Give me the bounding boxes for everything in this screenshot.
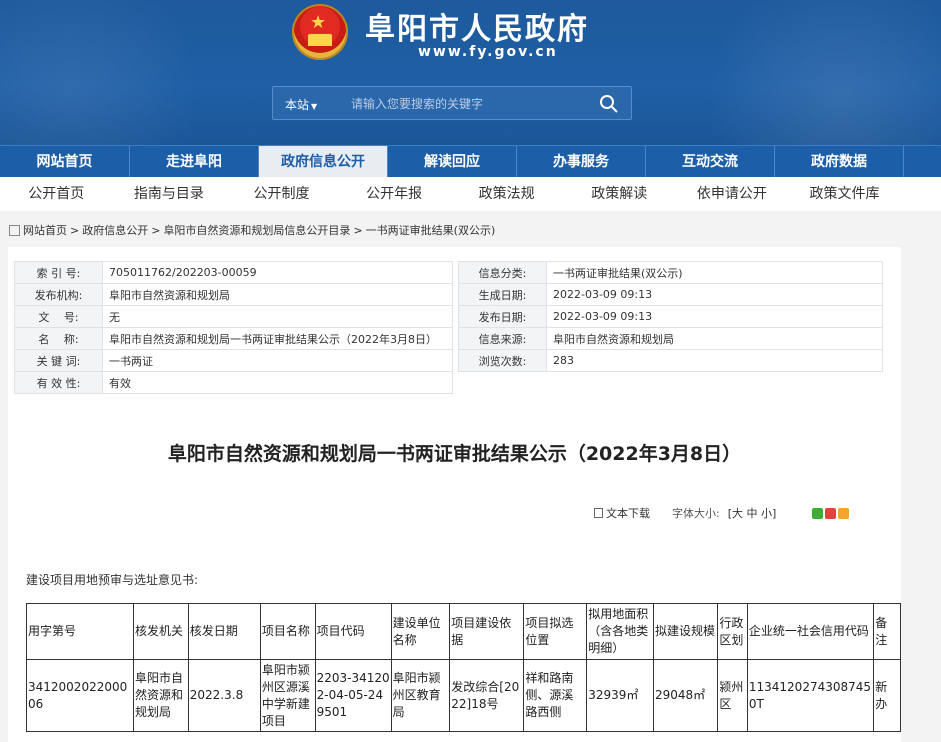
font-size-label: 字体大小: (672, 507, 720, 520)
breadcrumb-link[interactable]: 一书两证审批结果(双公示) (366, 222, 496, 238)
nav-item-data[interactable]: 政府数据 (775, 146, 904, 178)
table-cell: 新办 (873, 659, 901, 732)
table-header: 用字第号 (25, 603, 135, 660)
info-value: 2022-03-09 09:13 (546, 283, 883, 306)
table-row: 341200202200006 阜阳市自然资源和规划局 2022.3.8 阜阳市… (25, 659, 901, 732)
sub-nav: 公开首页 指南与目录 公开制度 公开年报 政策法规 政策解读 依申请公开 政策文… (0, 177, 941, 211)
info-key: 关 键 词: (14, 349, 103, 372)
table-cell: 29048㎡ (652, 659, 719, 732)
info-key: 有 效 性: (14, 371, 103, 394)
subnav-item[interactable]: 政策解读 (563, 177, 676, 211)
info-table-right: 信息分类: 一书两证审批结果(双公示) 生成日期: 2022-03-09 09:13… (458, 261, 883, 372)
table-header: 行政区划 (717, 603, 748, 660)
nav-item-home[interactable]: 网站首页 (0, 146, 130, 178)
info-value: 阜阳市自然资源和规划局一书两证审批结果公示（2022年3月8日） (102, 327, 453, 350)
table-cell: 颍州区 (717, 659, 748, 732)
table-header: 项目代码 (314, 603, 392, 660)
info-value: 有效 (102, 371, 453, 394)
table-header: 项目名称 (259, 603, 316, 660)
table-header: 拟用地面积（含各地类明细） (586, 603, 654, 660)
info-key: 发布机构: (14, 283, 103, 306)
breadcrumb-link[interactable]: 网站首页 (23, 222, 67, 238)
content-panel: 索 引 号: 705011762/202203-00059 发布机构: 阜阳市自然资… (8, 247, 901, 742)
national-emblem-icon: ★ (292, 4, 348, 60)
info-value: 一书两证 (102, 349, 453, 372)
site-url: www.fy.gov.cn (418, 44, 558, 60)
table-header: 核发机关 (133, 603, 189, 660)
breadcrumb-link[interactable]: 阜阳市自然资源和规划局信息公开目录 (163, 222, 350, 238)
download-icon (594, 508, 603, 518)
info-key: 索 引 号: (14, 261, 103, 284)
home-icon (9, 224, 20, 236)
table-header: 企业统一社会信用代码 (746, 603, 875, 660)
wechat-share-icon[interactable] (812, 507, 824, 519)
font-size-options[interactable]: [大 中 小] (728, 505, 777, 521)
nav-item-services[interactable]: 办事服务 (517, 146, 646, 178)
table-header: 拟建设规模 (652, 603, 719, 660)
doc-tools: 文本下载 字体大小: [大 中 小] (594, 505, 851, 521)
info-key: 名 称: (14, 327, 103, 350)
table-cell: 阜阳市颍州区教育局 (390, 659, 451, 732)
subnav-item[interactable]: 公开首页 (0, 177, 113, 211)
table-header: 项目拟选位置 (523, 603, 588, 660)
breadcrumb: 网站首页 > 政府信息公开 > 阜阳市自然资源和规划局信息公开目录 > 一书两证… (9, 222, 495, 238)
table-header-row: 用字第号 核发机关 核发日期 项目名称 项目代码 建设单位名称 项目建设依据 项… (25, 603, 901, 660)
subnav-item[interactable]: 政策法规 (450, 177, 563, 211)
info-table-left: 索 引 号: 705011762/202203-00059 发布机构: 阜阳市自然资… (14, 261, 453, 394)
table-cell: 341200202200006 (25, 659, 135, 732)
search-scope-select[interactable]: 本站 ▼ (285, 96, 317, 113)
table-header: 项目建设依据 (449, 603, 525, 660)
info-value: 阜阳市自然资源和规划局 (546, 327, 883, 350)
table-cell: 2022.3.8 (187, 659, 261, 732)
subnav-item[interactable]: 公开年报 (338, 177, 451, 211)
search-input[interactable] (351, 93, 581, 115)
table-cell: 发改综合[2022]18号 (449, 659, 525, 732)
info-key: 发布日期: (458, 305, 547, 328)
weibo-share-icon[interactable] (825, 507, 837, 519)
site-header: ★ 阜阳市人民政府 www.fy.gov.cn 本站 ▼ (0, 0, 941, 145)
nav-item-interaction[interactable]: 互动交流 (646, 146, 775, 178)
info-key: 文 号: (14, 305, 103, 328)
table-header: 核发日期 (187, 603, 261, 660)
table-cell: 祥和路南侧、源溪路西侧 (523, 659, 588, 732)
download-link[interactable]: 文本下载 (606, 505, 650, 521)
info-key: 信息分类: (458, 261, 547, 284)
table-header: 建设单位名称 (390, 603, 451, 660)
info-value: 283 (546, 349, 883, 372)
main-nav: 网站首页 走进阜阳 政府信息公开 解读回应 办事服务 互动交流 政府数据 (0, 145, 941, 178)
info-key: 生成日期: (458, 283, 547, 306)
info-key: 信息来源: (458, 327, 547, 350)
search-icon[interactable] (599, 94, 619, 114)
share-icons (812, 507, 851, 519)
info-value: 无 (102, 305, 453, 328)
table-cell: 阜阳市自然资源和规划局 (133, 659, 189, 732)
qzone-share-icon[interactable] (838, 507, 850, 519)
nav-item-info-disclosure[interactable]: 政府信息公开 (259, 146, 388, 178)
nav-item-interpretation[interactable]: 解读回应 (388, 146, 517, 178)
breadcrumb-link[interactable]: 政府信息公开 (82, 222, 148, 238)
document-title: 阜阳市自然资源和规划局一书两证审批结果公示（2022年3月8日） (167, 443, 742, 465)
table-cell: 2203-341202-04-05-249501 (314, 659, 392, 732)
table-cell: 11341202743087450T (746, 659, 875, 732)
info-value: 阜阳市自然资源和规划局 (102, 283, 453, 306)
info-key: 浏览次数: (458, 349, 547, 372)
table-header: 备注 (873, 603, 901, 660)
subnav-item[interactable]: 指南与目录 (113, 177, 226, 211)
info-value: 2022-03-09 09:13 (546, 305, 883, 328)
subnav-item[interactable]: 政策文件库 (788, 177, 901, 211)
search-bar: 本站 ▼ (272, 86, 632, 120)
table-cell: 阜阳市颍州区源溪中学新建项目 (259, 659, 316, 732)
site-title: 阜阳市人民政府 (365, 12, 589, 47)
info-value: 一书两证审批结果(双公示) (546, 261, 883, 284)
nav-item-about[interactable]: 走进阜阳 (130, 146, 259, 178)
info-value: 705011762/202203-00059 (102, 261, 453, 284)
subnav-item[interactable]: 公开制度 (225, 177, 338, 211)
subnav-item[interactable]: 依申请公开 (676, 177, 789, 211)
section-label: 建设项目用地预审与选址意见书: (26, 573, 199, 587)
approval-table: 用字第号 核发机关 核发日期 项目名称 项目代码 建设单位名称 项目建设依据 项… (25, 603, 901, 732)
table-cell: 32939㎡ (586, 659, 654, 732)
